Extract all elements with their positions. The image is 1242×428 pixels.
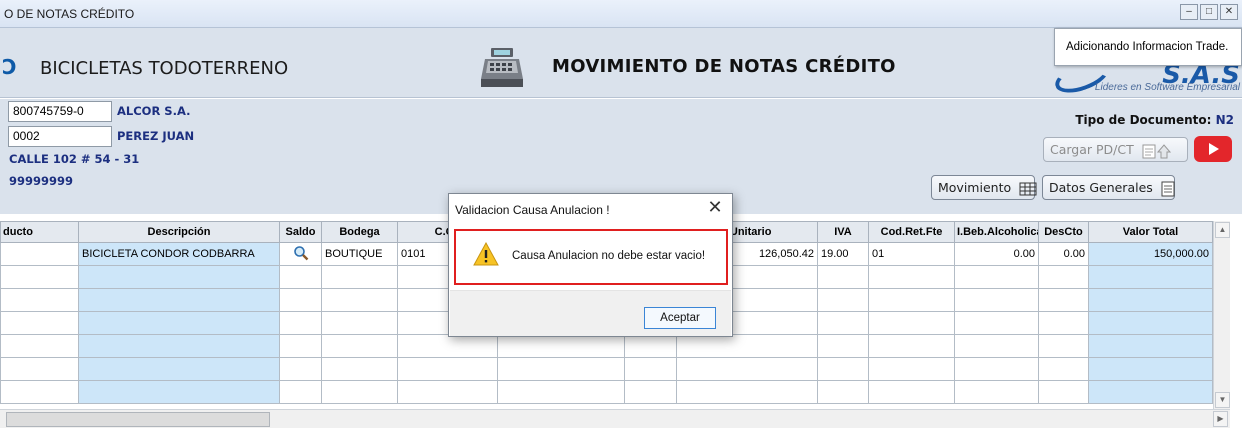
client-name-label: ALCOR S.A. (117, 104, 191, 118)
minimize-button[interactable]: – (1180, 4, 1198, 20)
close-icon[interactable]: ✕ (706, 197, 724, 218)
window-titlebar: O DE NOTAS CRÉDITO – □ ✕ (0, 0, 1242, 28)
page-title: MOVIMIENTO DE NOTAS CRÉDITO (552, 56, 896, 77)
phone-label: 99999999 (9, 174, 74, 188)
close-window-button[interactable]: ✕ (1220, 4, 1238, 20)
horizontal-scrollbar[interactable]: ▶ (0, 409, 1230, 428)
table-cell[interactable]: 0.00 (954, 242, 1039, 266)
table-row[interactable] (0, 380, 1213, 404)
horizontal-scroll-thumb[interactable] (6, 412, 270, 427)
scroll-up-icon[interactable]: ▲ (1215, 222, 1230, 238)
table-cell[interactable] (0, 242, 79, 266)
upload-doc-icon (1142, 143, 1171, 158)
seller-code-field[interactable]: 0002 (8, 126, 112, 147)
col-header[interactable]: ducto (0, 221, 79, 243)
dialog-title: Validacion Causa Anulacion ! (455, 203, 610, 217)
document-icon (1161, 181, 1175, 196)
table-cell[interactable]: BICICLETA CONDOR CODBARRA (78, 242, 280, 266)
search-icon[interactable] (293, 245, 309, 261)
toast-text: Adicionando Informacion Trade. (1066, 41, 1229, 53)
movimiento-button[interactable]: Movimiento (931, 175, 1037, 200)
brand-tagline: Lideres en Software Empresarial (1094, 82, 1240, 93)
datos-generales-label: Datos Generales (1049, 180, 1153, 195)
table-cell[interactable]: 19.00 (817, 242, 869, 266)
col-header[interactable]: Descripción (78, 221, 280, 243)
address-label: CALLE 102 # 54 - 31 (9, 152, 140, 166)
table-row[interactable] (0, 334, 1213, 358)
table-cell[interactable]: BOUTIQUE (321, 242, 398, 266)
scroll-right-icon[interactable]: ▶ (1213, 411, 1228, 427)
company-name: BICICLETAS TODOTERRENO (40, 58, 289, 79)
col-header[interactable]: I.Beb.Alcoholica (954, 221, 1039, 243)
movimiento-label: Movimiento (938, 180, 1012, 195)
doc-type: Tipo de Documento: N2 (1075, 113, 1234, 127)
dialog-message-box: Causa Anulacion no debe estar vacio! (454, 229, 728, 285)
col-header[interactable]: Saldo (279, 221, 322, 243)
table-row[interactable] (0, 357, 1213, 381)
col-header[interactable]: IVA (817, 221, 869, 243)
table-cell[interactable]: 01 (868, 242, 955, 266)
window-controls: – □ ✕ (1180, 4, 1238, 20)
warning-icon (473, 242, 499, 266)
col-header[interactable]: Cod.Ret.Fte (868, 221, 955, 243)
maximize-button[interactable]: □ (1200, 4, 1218, 20)
cargar-button[interactable]: Cargar PD/CT (1043, 137, 1188, 162)
dialog-message: Causa Anulacion no debe estar vacio! (512, 250, 706, 262)
grid-table-icon (1019, 182, 1037, 195)
col-header[interactable]: DesCto (1038, 221, 1089, 243)
nit-field[interactable]: 800745759-0 (8, 101, 112, 122)
vertical-scrollbar[interactable]: ▲ ▼ (1213, 221, 1230, 409)
accept-button[interactable]: Aceptar (644, 307, 716, 329)
seller-name-label: PEREZ JUAN (117, 129, 195, 143)
window-title: O DE NOTAS CRÉDITO (4, 7, 135, 21)
youtube-button[interactable] (1194, 136, 1232, 162)
cargar-label: Cargar PD/CT (1050, 142, 1134, 157)
validation-dialog: Validacion Causa Anulacion ! ✕ Causa Anu… (448, 193, 733, 337)
col-header[interactable]: Valor Total (1088, 221, 1213, 243)
col-header[interactable]: Bodega (321, 221, 398, 243)
table-cell[interactable]: 0.00 (1038, 242, 1089, 266)
status-toast: Adicionando Informacion Trade. (1054, 28, 1242, 66)
datos-generales-button[interactable]: Datos Generales (1042, 175, 1175, 200)
doc-type-label: Tipo de Documento: (1075, 113, 1212, 127)
scroll-down-icon[interactable]: ▼ (1215, 392, 1230, 408)
dialog-footer: Aceptar (450, 290, 731, 336)
doc-type-value: N2 (1215, 113, 1234, 127)
app-logo-icon: Ɔ (2, 55, 17, 79)
cash-register-icon (481, 48, 523, 87)
table-cell[interactable]: 150,000.00 (1088, 242, 1213, 266)
saldo-cell[interactable] (279, 242, 322, 266)
